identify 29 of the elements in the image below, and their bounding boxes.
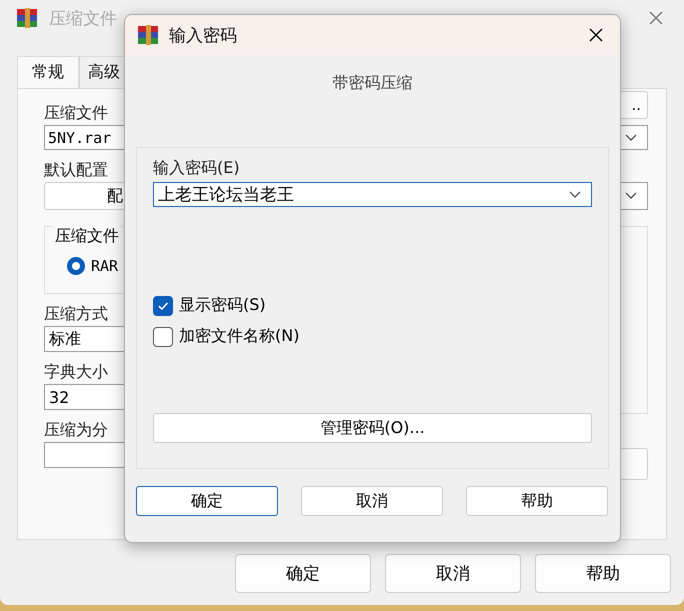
field-label: 压缩为分 [44, 420, 108, 441]
close-icon[interactable] [588, 27, 604, 43]
archive-app-icon [15, 6, 39, 30]
window-title: 压缩文件 [49, 8, 117, 30]
field-label: 默认配置 [44, 160, 108, 181]
chevron-icon [625, 134, 637, 142]
radio-option[interactable]: RAR [67, 257, 293, 275]
chevron-icon [569, 190, 581, 198]
dialog-title: 输入密码 [169, 24, 237, 46]
dialog-button[interactable]: 确定 [235, 554, 371, 593]
field-label: 压缩文件 [44, 103, 108, 124]
dialog-button[interactable]: 确定 [136, 486, 278, 516]
checkbox[interactable] [153, 296, 173, 316]
manage-passwords-button[interactable]: 管理密码(O)... [153, 413, 592, 443]
field-label: 字典大小 [44, 362, 108, 383]
dialog-button[interactable]: 取消 [301, 486, 443, 516]
dialog-caption: 带密码压缩 [332, 73, 414, 94]
checkbox[interactable] [153, 326, 173, 346]
archive-app-icon [136, 23, 160, 47]
dialog-button[interactable]: 取消 [385, 554, 521, 593]
checkbox-option[interactable]: 加密文件名称(N) [153, 326, 592, 347]
password-label: 输入密码(E) [153, 158, 241, 179]
tab[interactable]: 常规 [17, 56, 79, 88]
checkbox-option[interactable]: 显示密码(S) [153, 295, 592, 316]
dialog-button[interactable]: 帮助 [466, 486, 608, 516]
chevron-icon [625, 192, 637, 200]
password-field[interactable]: 上老王论坛当老王 [153, 182, 592, 207]
field-label: 压缩方式 [44, 304, 108, 325]
dialog-button[interactable]: 帮助 [535, 554, 671, 593]
